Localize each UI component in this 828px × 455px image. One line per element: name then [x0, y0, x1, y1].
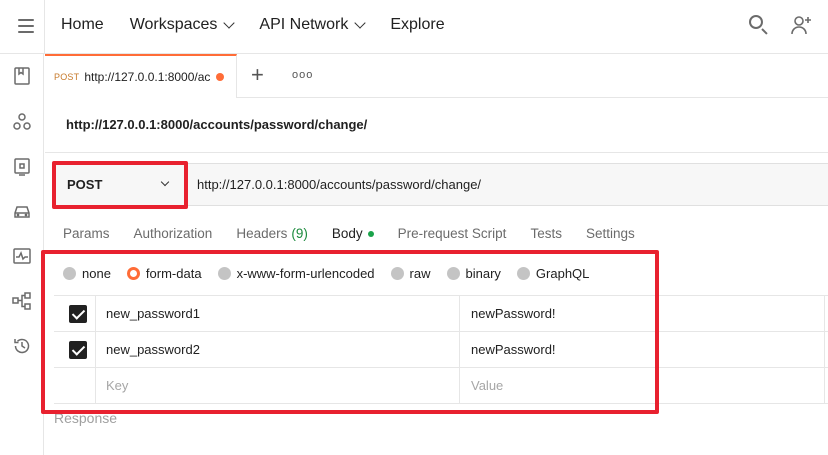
top-bar: Home Workspaces API Network Explore — [0, 0, 828, 54]
radio-circle-icon — [390, 267, 404, 280]
table-row: new_password2 newPassword! — [54, 332, 828, 368]
tab-url: http://127.0.0.1:8000/accounts/password/… — [84, 70, 211, 84]
tab-authorization-label: Authorization — [133, 226, 213, 241]
divider — [824, 332, 825, 368]
radio-label: binary — [465, 266, 501, 281]
radio-selected-icon — [126, 267, 140, 280]
radio-label: none — [82, 266, 111, 281]
radio-label: form-data — [145, 266, 202, 281]
tab-settings[interactable]: Settings — [586, 226, 635, 241]
tab-method: POST — [54, 72, 80, 82]
divider — [459, 332, 460, 368]
table-row: new_password1 newPassword! — [54, 296, 828, 332]
checkbox-cell — [54, 368, 96, 404]
url-input[interactable]: http://127.0.0.1:8000/accounts/password/… — [197, 177, 481, 192]
key-input[interactable]: Key — [106, 378, 128, 393]
radio-x-www-form-urlencoded[interactable]: x-www-form-urlencoded — [217, 266, 375, 281]
body-status-dot-icon — [367, 230, 374, 237]
request-title[interactable]: http://127.0.0.1:8000/accounts/password/… — [66, 117, 367, 132]
nav-api-network[interactable]: API Network — [259, 16, 367, 34]
tab-prerequest-label: Pre-request Script — [397, 226, 507, 241]
new-tab-button[interactable]: + — [251, 64, 264, 86]
headers-count: (9) — [291, 226, 308, 241]
table-row-placeholder: Key Value — [54, 368, 828, 404]
request-tab-strip: POST http://127.0.0.1:8000/accounts/pass… — [45, 54, 828, 98]
radio-form-data[interactable]: form-data — [126, 266, 202, 281]
history-icon[interactable] — [12, 336, 32, 356]
method-select[interactable]: POST — [55, 164, 187, 205]
search-icon[interactable] — [748, 14, 768, 35]
collections-icon[interactable] — [12, 66, 32, 86]
nav-home[interactable]: Home — [61, 16, 104, 34]
url-bar: POST http://127.0.0.1:8000/accounts/pass… — [54, 163, 828, 206]
tab-body[interactable]: Body — [332, 226, 374, 241]
main-nav: Home Workspaces API Network Explore — [61, 16, 471, 34]
radio-label: raw — [409, 266, 431, 281]
divider — [45, 152, 828, 153]
monitors-icon[interactable] — [12, 246, 32, 266]
divider — [824, 296, 825, 332]
left-sidebar — [0, 54, 44, 455]
mock-servers-icon[interactable] — [12, 201, 32, 221]
chevron-down-icon — [223, 16, 236, 29]
tab-settings-label: Settings — [585, 226, 635, 241]
apis-icon[interactable] — [12, 112, 32, 132]
tab-headers-label: Headers — [236, 226, 288, 241]
tab-params-label: Params — [63, 226, 110, 241]
value-field[interactable]: newPassword! — [471, 342, 556, 357]
key-field[interactable]: new_password1 — [106, 306, 200, 321]
method-select-value: POST — [67, 177, 103, 192]
request-subtabs: Params Authorization Headers (9) Body Pre… — [63, 226, 659, 241]
body-type-radios: none form-data x-www-form-urlencoded raw… — [63, 266, 605, 281]
top-right-actions — [748, 14, 812, 36]
nav-explore[interactable]: Explore — [390, 16, 444, 34]
radio-none[interactable]: none — [63, 266, 111, 281]
radio-binary[interactable]: binary — [446, 266, 501, 281]
more-tabs-button[interactable]: ooo — [292, 69, 313, 81]
tab-tests[interactable]: Tests — [530, 226, 562, 241]
tab-params[interactable]: Params — [63, 226, 110, 241]
tab-body-label: Body — [331, 226, 363, 241]
value-field[interactable]: newPassword! — [471, 306, 556, 321]
tab-prerequest-script[interactable]: Pre-request Script — [398, 226, 507, 241]
value-input[interactable]: Value — [471, 378, 503, 393]
menu-icon[interactable] — [18, 19, 34, 33]
tab-authorization[interactable]: Authorization — [134, 226, 213, 241]
radio-label: GraphQL — [535, 266, 590, 281]
divider — [459, 368, 460, 404]
add-user-icon[interactable] — [790, 14, 812, 36]
nav-workspaces[interactable]: Workspaces — [129, 16, 236, 34]
nav-workspaces-label: Workspaces — [129, 16, 218, 33]
radio-label: x-www-form-urlencoded — [236, 266, 375, 281]
checkbox-checked-icon[interactable] — [69, 341, 87, 359]
nav-api-network-label: API Network — [259, 16, 349, 33]
checkbox-checked-icon[interactable] — [69, 305, 87, 323]
radio-circle-icon — [446, 267, 460, 280]
form-data-table: new_password1 newPassword! new_password2… — [54, 295, 828, 404]
radio-raw[interactable]: raw — [390, 266, 431, 281]
unsaved-dot-icon — [216, 73, 225, 81]
request-tab[interactable]: POST http://127.0.0.1:8000/accounts/pass… — [45, 54, 237, 98]
divider — [44, 0, 45, 54]
tab-headers[interactable]: Headers (9) — [236, 226, 308, 241]
nav-explore-label: Explore — [390, 16, 445, 33]
response-label[interactable]: Response — [54, 410, 117, 426]
flows-icon[interactable] — [12, 291, 32, 311]
checkbox-cell — [54, 332, 96, 368]
environments-icon[interactable] — [12, 156, 32, 176]
chevron-down-icon — [160, 177, 170, 187]
divider — [824, 368, 825, 404]
tab-tests-label: Tests — [530, 226, 562, 241]
radio-circle-icon — [516, 267, 530, 280]
radio-graphql[interactable]: GraphQL — [516, 266, 590, 281]
key-field[interactable]: new_password2 — [106, 342, 200, 357]
divider — [459, 296, 460, 332]
nav-home-label: Home — [61, 16, 104, 33]
checkbox-cell — [54, 296, 96, 332]
radio-circle-icon — [217, 267, 231, 280]
chevron-down-icon — [354, 16, 367, 29]
radio-circle-icon — [63, 267, 76, 280]
